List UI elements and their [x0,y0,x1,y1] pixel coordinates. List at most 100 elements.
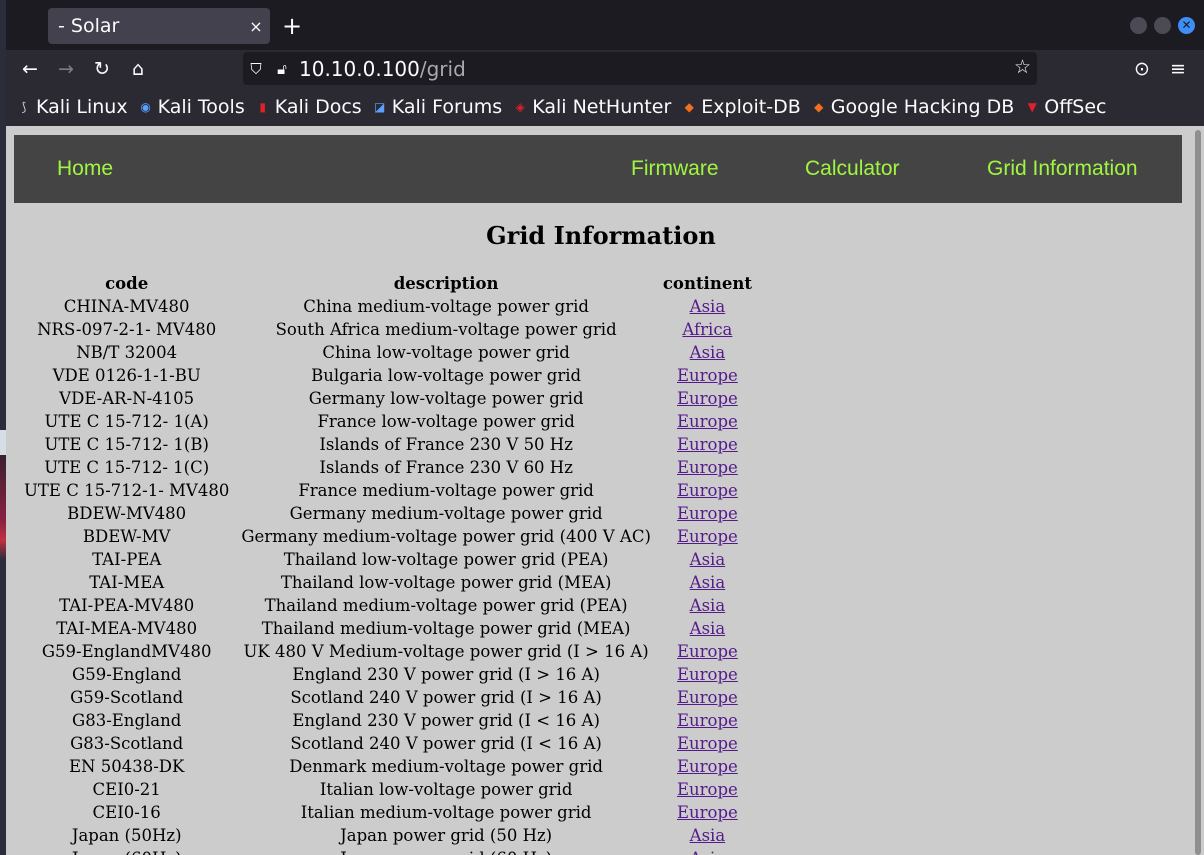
grid-continent-cell: Asia [657,594,758,617]
bookmark-kali-nethunter[interactable]: ◈ Kali NetHunter [512,96,672,118]
continent-link[interactable]: Europe [677,803,738,822]
grid-continent-cell: Europe [657,778,758,801]
offsec-icon: ▼ [1027,100,1037,114]
grid-description-cell: Thailand medium-voltage power grid (MEA) [261,619,631,638]
continent-link[interactable]: Asia [690,596,726,615]
table-row: UTE C 15-712- 1(C) Islands of France 230 … [18,456,758,479]
grid-code-cell: Japan (50Hz) [71,826,182,845]
back-arrow-icon[interactable]: ← [16,56,44,82]
grid-code-cell: VDE-AR-N-4105 [59,389,195,408]
continent-link[interactable]: Europe [677,757,738,776]
continent-link[interactable]: Europe [677,688,738,707]
grid-code-cell: TAI-PEA [92,550,162,569]
grid-description-cell: Thailand low-voltage power grid (MEA) [280,573,612,592]
continent-link[interactable]: Europe [677,366,738,385]
continent-link[interactable]: Europe [677,389,738,408]
scrollbar[interactable] [1192,126,1204,855]
url-bar[interactable]: ⛉ 🔓︎ 10.10.0.100/grid ☆ [243,52,1037,85]
continent-link[interactable]: Asia [690,573,726,592]
scrollbar-thumb[interactable] [1195,130,1201,855]
tab-close-icon[interactable]: × [242,17,270,36]
grid-continent-cell: Europe [657,364,758,387]
table-row: NRS-097-2-1- MV480 South Africa medium-vo… [18,318,758,341]
table-row: G83-Scotland Scotland 240 V power grid (I… [18,732,758,755]
table-row: TAI-MEA Thailand low-voltage power grid (… [18,571,758,594]
navigation-toolbar: ← → ↻ ⌂ ⛉ 🔓︎ 10.10.0.100/grid ☆ ⊙ ≡ [6,50,1204,88]
continent-link[interactable]: Asia [690,619,726,638]
continent-link[interactable]: Europe [677,734,738,753]
grid-description-cell: Italian low-voltage power grid [319,780,573,799]
grid-description-cell: Scotland 240 V power grid (I < 16 A) [290,734,602,753]
window-close-button[interactable]: ✕ [1178,17,1195,34]
grid-continent-cell: Europe [657,525,758,548]
nav-home-link[interactable]: Home [57,157,113,181]
kali-tools-icon: ◉ [140,100,151,114]
home-icon[interactable]: ⌂ [124,56,152,82]
bookmark-kali-forums[interactable]: ◪ Kali Forums [372,96,502,118]
bookmark-offsec[interactable]: ▼ OffSec [1024,96,1107,118]
bookmark-star-icon[interactable]: ☆ [1014,56,1031,78]
grid-description-cell: China medium-voltage power grid [303,297,589,316]
url-host: 10.10.0.100 [299,56,420,81]
grid-code-cell: G83-Scotland [70,734,184,753]
browser-tab[interactable]: - Solar × [48,8,270,44]
grid-description-cell: England 230 V power grid (I < 16 A) [292,711,600,730]
minimize-button[interactable] [1130,17,1147,34]
header-description: description [393,274,499,293]
grid-description-cell: South Africa medium-voltage power grid [275,320,617,339]
grid-code-cell: TAI-PEA-MV480 [59,596,195,615]
nethunter-icon: ◈ [515,100,525,114]
continent-link[interactable]: Asia [690,297,726,316]
shield-icon[interactable]: ⛉ [243,60,269,78]
grid-continent-cell: Europe [657,640,758,663]
kali-docs-icon: ▮ [259,100,267,114]
nav-grid-information-link[interactable]: Grid Information [987,157,1138,181]
insecure-lock-icon[interactable]: 🔓︎ [269,60,295,78]
forward-arrow-icon[interactable]: → [52,56,80,82]
header-continent: continent [662,274,752,293]
continent-link[interactable]: Europe [677,435,738,454]
grid-code-cell: NRS-097-2-1- MV480 [37,320,217,339]
continent-link[interactable]: Europe [677,711,738,730]
continent-link[interactable]: Asia [690,849,726,855]
continent-link[interactable]: Europe [677,665,738,684]
grid-description-cell: Thailand low-voltage power grid (PEA) [283,550,609,569]
menu-icon[interactable]: ≡ [1164,56,1192,82]
bookmarks-toolbar: ⟆ Kali Linux ◉ Kali Tools ▮ Kali Docs ◪ Kali… [6,88,1204,126]
bookmark-kali-docs[interactable]: ▮ Kali Docs [255,96,361,118]
reload-icon[interactable]: ↻ [88,56,116,82]
nav-firmware-link[interactable]: Firmware [631,157,719,181]
grid-continent-cell: Asia [657,548,758,571]
grid-code-cell: BDEW-MV [82,527,171,546]
grid-code-cell: G83-England [72,711,182,730]
grid-table: code description continent CHINA-MV480 Ch… [18,272,758,855]
continent-link[interactable]: Europe [677,527,738,546]
bookmark-exploit-db[interactable]: ◆ Exploit-DB [681,96,801,118]
bookmark-kali-linux[interactable]: ⟆ Kali Linux [16,96,128,118]
bookmark-kali-tools[interactable]: ◉ Kali Tools [138,96,244,118]
new-tab-icon[interactable]: + [278,12,306,40]
table-row: TAI-MEA-MV480 Thailand medium-voltage pow… [18,617,758,640]
table-row: Japan (60Hz)Japan power grid (60 Hz) Asia [18,847,758,855]
continent-link[interactable]: Europe [677,504,738,523]
bookmark-google-hacking-db[interactable]: ◆ Google Hacking DB [811,96,1014,118]
continent-link[interactable]: Asia [690,550,726,569]
grid-continent-cell: Africa [657,318,758,341]
pocket-icon[interactable]: ⊙ [1128,56,1156,82]
continent-link[interactable]: Europe [677,642,738,661]
table-row: UTE C 15-712- 1(B) Islands of France 230 … [18,433,758,456]
grid-code-cell: UTE C 15-712- 1(A) [44,412,209,431]
grid-code-cell: CEI0-21 [92,780,161,799]
table-row: BDEW-MV Germany medium-voltage power grid… [18,525,758,548]
continent-link[interactable]: Asia [690,826,726,845]
grid-code-cell: G59-EnglandMV480 [41,642,212,661]
continent-link[interactable]: Asia [690,343,726,362]
continent-link[interactable]: Europe [677,412,738,431]
continent-link[interactable]: Africa [682,320,732,339]
nav-calculator-link[interactable]: Calculator [805,157,900,181]
continent-link[interactable]: Europe [677,481,738,500]
maximize-button[interactable] [1154,17,1171,34]
continent-link[interactable]: Europe [677,780,738,799]
continent-link[interactable]: Europe [677,458,738,477]
grid-code-cell: BDEW-MV480 [67,504,187,523]
